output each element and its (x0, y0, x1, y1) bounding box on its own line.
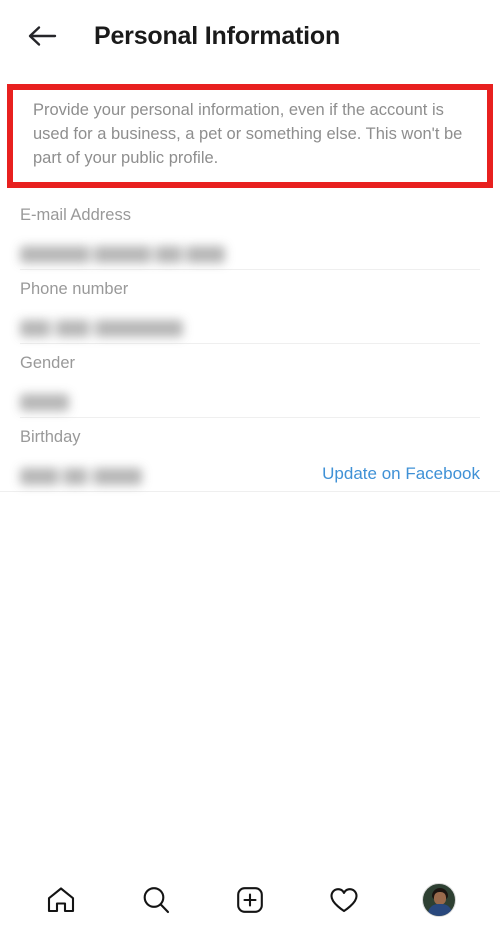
field-gender[interactable]: Gender (0, 344, 500, 417)
back-button[interactable] (20, 14, 64, 58)
field-row-gender (20, 383, 480, 417)
field-birthday[interactable]: Birthday Update on Facebook (0, 418, 500, 491)
field-value-phone-redacted (20, 319, 183, 337)
nav-create-button[interactable] (223, 873, 277, 927)
field-email[interactable]: E-mail Address (0, 196, 500, 269)
description-text: Provide your personal information, even … (33, 101, 463, 167)
page-title: Personal Information (94, 21, 341, 50)
field-label-birthday: Birthday (20, 427, 81, 446)
field-value-email-redacted (20, 245, 225, 263)
nav-activity-button[interactable] (317, 873, 371, 927)
field-row-email (20, 235, 480, 269)
field-label-phone: Phone number (20, 279, 129, 298)
description-container: Provide your personal information, even … (19, 96, 481, 176)
nav-home-button[interactable] (34, 873, 88, 927)
nav-search-button[interactable] (129, 873, 183, 927)
nav-profile-button[interactable] (412, 873, 466, 927)
profile-avatar (421, 883, 456, 917)
field-value-gender-redacted (20, 393, 69, 411)
field-phone[interactable]: Phone number (0, 270, 500, 343)
annotation-highlight-box: Provide your personal information, even … (7, 84, 493, 188)
personal-information-screen: Personal Information Provide your person… (0, 0, 500, 950)
arrow-left-icon (28, 26, 57, 46)
update-on-facebook-link[interactable]: Update on Facebook (322, 464, 480, 485)
bottom-navigation-bar (0, 864, 500, 950)
search-icon (143, 887, 169, 914)
field-label-gender: Gender (20, 353, 76, 372)
home-icon (48, 887, 75, 913)
heart-icon (330, 888, 358, 913)
field-label-email: E-mail Address (20, 205, 131, 224)
field-row-birthday: Update on Facebook (20, 457, 480, 491)
avatar-body (427, 904, 452, 916)
fields-list: E-mail Address Phone number Gender Birth… (0, 188, 500, 492)
plus-square-icon (237, 887, 263, 913)
field-row-phone (20, 309, 480, 343)
screen-header: Personal Information (0, 0, 500, 72)
field-value-birthday-redacted (20, 467, 142, 485)
